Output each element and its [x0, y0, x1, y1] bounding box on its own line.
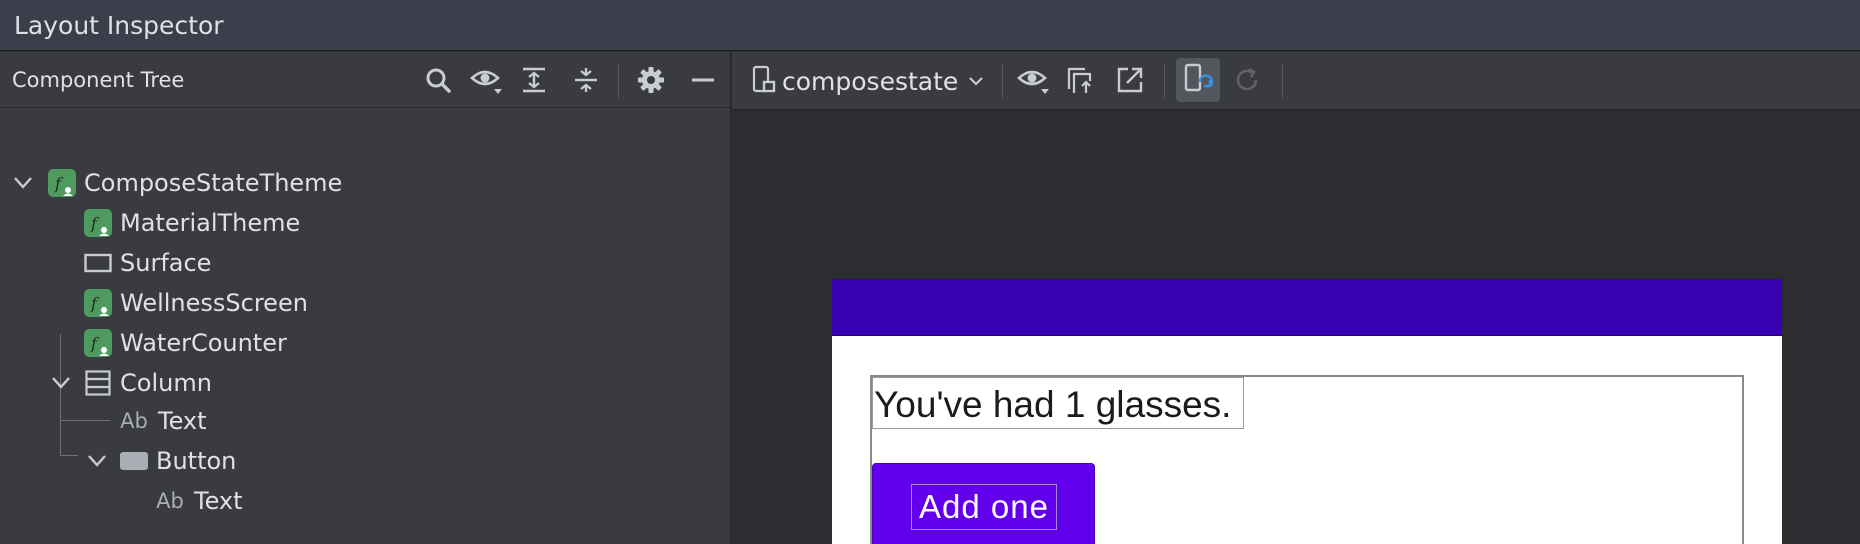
toolbar-separator [1282, 64, 1283, 98]
preview-text: You've had 1 glasses. [874, 384, 1232, 425]
add-one-button[interactable]: Add one [872, 463, 1095, 544]
button-text-bounds[interactable]: Add one [911, 484, 1057, 530]
live-updates-icon [1183, 62, 1214, 98]
tree-node-text[interactable]: Ab Text [118, 402, 207, 440]
tree-node-composestatetheme[interactable]: f ComposeStateTheme [12, 164, 342, 202]
window-title: Layout Inspector [14, 11, 224, 40]
column-bounds[interactable]: You've had 1 glasses. Add one [870, 375, 1744, 544]
tree-node-column[interactable]: Column [50, 364, 212, 402]
tree-node-surface[interactable]: Surface [84, 244, 211, 282]
tree-node-text[interactable]: Ab Text [154, 482, 243, 520]
export-icon[interactable] [1112, 62, 1148, 98]
collapse-all-icon[interactable] [568, 62, 604, 98]
tree-node-wellnessscreen[interactable]: f WellnessScreen [84, 284, 308, 322]
device-icon [752, 65, 776, 97]
surface-icon [84, 249, 112, 277]
column-icon [84, 369, 112, 397]
expand-all-icon[interactable] [516, 62, 552, 98]
refresh-icon[interactable] [1229, 62, 1265, 98]
component-tree-header: Component Tree [0, 52, 730, 108]
compose-function-icon: f [84, 209, 112, 237]
gear-icon[interactable] [633, 62, 669, 98]
layout-preview-canvas[interactable]: You've had 1 glasses. Add one [732, 110, 1860, 544]
tree-guide-line [60, 455, 78, 456]
tree-node-label: Button [156, 447, 237, 475]
window-title-bar: Layout Inspector [0, 0, 1860, 51]
component-tree-panel: Component Tree f ComposeStateTheme f Mat… [0, 52, 731, 544]
toolbar-separator [1164, 64, 1165, 98]
minimize-icon[interactable] [685, 62, 721, 98]
tree-node-label: Surface [120, 249, 212, 277]
tree-node-label: Text [158, 407, 207, 435]
tree-guide-line [60, 420, 110, 421]
device-screen-preview[interactable]: You've had 1 glasses. Add one [832, 279, 1782, 544]
compose-function-icon: f [84, 289, 112, 317]
tree-node-label: WaterCounter [120, 329, 287, 357]
text-ab-label: Ab [120, 409, 148, 433]
app-bar[interactable] [832, 279, 1782, 336]
component-tree-label: Component Tree [12, 68, 185, 92]
chevron-down-icon[interactable] [12, 172, 34, 194]
chevron-down-icon[interactable] [50, 372, 72, 394]
live-updates-toggle[interactable] [1176, 58, 1220, 102]
compose-function-icon: f [48, 169, 76, 197]
eye-icon[interactable] [1015, 62, 1051, 98]
text-ab-icon: Ab [154, 487, 186, 515]
device-selector[interactable]: composestate [752, 62, 984, 100]
button-icon [120, 447, 148, 475]
device-name: composestate [782, 66, 959, 96]
toolbar-separator [618, 64, 619, 98]
tree-node-label: Column [120, 369, 212, 397]
inspector-panel: composestate You've had 1 glasses. Add o… [732, 52, 1860, 544]
text-bounds[interactable]: You've had 1 glasses. [872, 377, 1244, 429]
text-ab-label: Ab [156, 489, 184, 513]
text-ab-icon: Ab [118, 407, 150, 435]
button-label: Add one [919, 488, 1049, 525]
toolbar-separator [1002, 64, 1003, 98]
tree-node-label: ComposeStateTheme [84, 169, 343, 197]
tree-node-label: WellnessScreen [120, 289, 308, 317]
snapshot-icon[interactable] [1062, 62, 1098, 98]
tree-node-materialtheme[interactable]: f MaterialTheme [84, 204, 300, 242]
chevron-down-icon[interactable] [86, 450, 108, 472]
tree-node-watercounter[interactable]: f WaterCounter [84, 324, 287, 362]
eye-icon[interactable] [468, 62, 504, 98]
tree-node-label: Text [194, 487, 243, 515]
chevron-down-icon[interactable] [968, 72, 984, 91]
compose-function-icon: f [84, 329, 112, 357]
search-icon[interactable] [420, 62, 456, 98]
tree-node-label: MaterialTheme [120, 209, 301, 237]
tree-node-button[interactable]: Button [86, 442, 236, 480]
inspector-toolbar: composestate [732, 52, 1860, 110]
